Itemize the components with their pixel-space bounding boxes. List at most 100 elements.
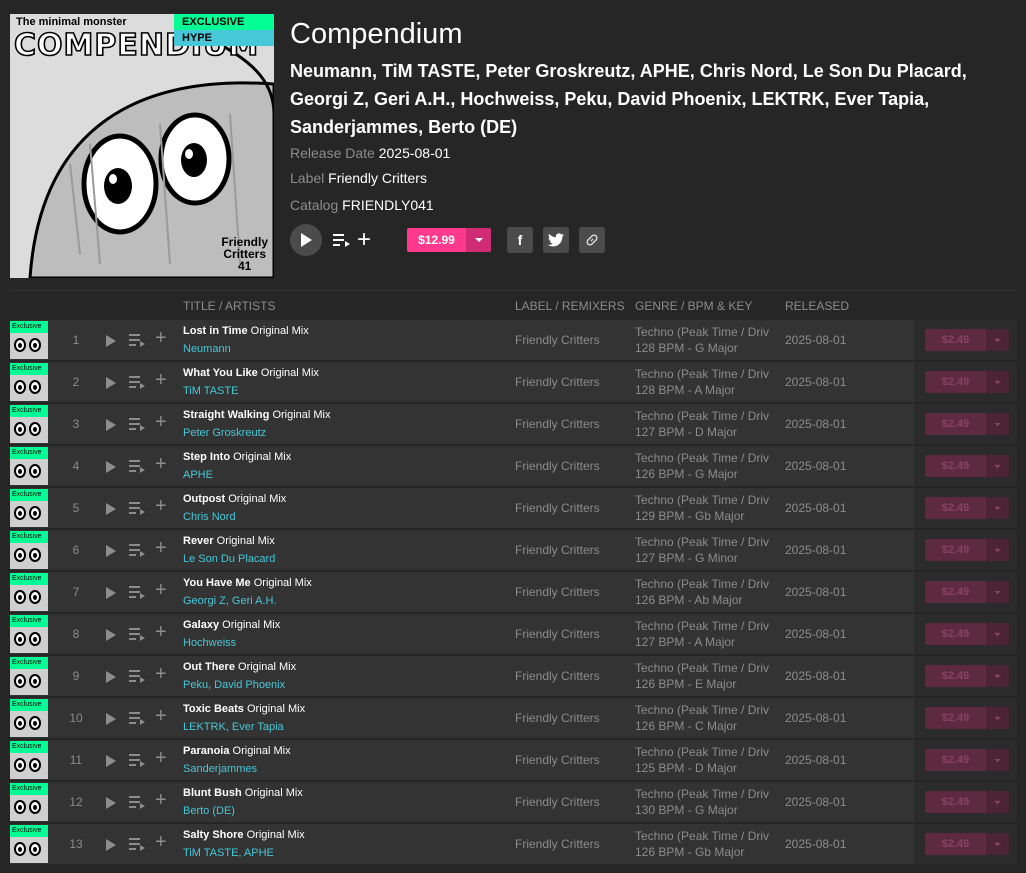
col-header-label[interactable]: LABEL / REMIXERS [515, 299, 625, 313]
add-to-queue-icon[interactable] [129, 753, 146, 768]
track-title-name[interactable]: Rever [183, 535, 214, 547]
price-dropdown[interactable] [986, 749, 1009, 771]
track-price-button[interactable]: $2.49 [925, 665, 1009, 687]
plus-icon[interactable]: + [155, 748, 167, 768]
track-artists[interactable]: TiM TASTE, APHE [183, 847, 274, 859]
track-thumbnail[interactable]: Exclusive [10, 825, 48, 863]
track-price-button[interactable]: $2.49 [925, 539, 1009, 561]
track-title-name[interactable]: Toxic Beats [183, 703, 244, 715]
track-label[interactable]: Friendly Critters [515, 711, 600, 725]
track-thumbnail[interactable]: Exclusive [10, 321, 48, 359]
share-twitter-button[interactable] [543, 227, 570, 253]
price-dropdown[interactable] [986, 329, 1009, 351]
price-dropdown[interactable] [986, 581, 1009, 603]
add-to-queue-icon[interactable] [129, 459, 146, 474]
track-genre[interactable]: Techno (Peak Time / Driving) 126 BPM - G… [635, 450, 769, 482]
add-to-queue-icon[interactable] [129, 627, 146, 642]
track-row[interactable]: Exclusive 12 + Blunt Bush Original Mix B… [10, 782, 1017, 824]
play-release-button[interactable] [290, 224, 322, 256]
price-dropdown[interactable] [986, 539, 1009, 561]
track-row[interactable]: Exclusive 10 + Toxic Beats Original Mix … [10, 698, 1017, 740]
track-thumbnail[interactable]: Exclusive [10, 741, 48, 779]
track-artists[interactable]: Sanderjammes [183, 763, 257, 775]
track-genre-name[interactable]: Techno (Peak Time / Driving) [635, 450, 769, 466]
price-dropdown[interactable] [466, 228, 492, 252]
track-genre[interactable]: Techno (Peak Time / Driving) 128 BPM - A… [635, 366, 769, 398]
track-label[interactable]: Friendly Critters [515, 585, 600, 599]
add-to-queue-icon[interactable] [129, 375, 146, 390]
add-to-queue-icon[interactable] [129, 543, 146, 558]
track-title[interactable]: Lost in Time Original Mix [183, 325, 309, 337]
track-genre[interactable]: Techno (Peak Time / Driving) 127 BPM - D… [635, 408, 769, 440]
track-genre[interactable]: Techno (Peak Time / Driving) 127 BPM - A… [635, 618, 769, 650]
track-label[interactable]: Friendly Critters [515, 417, 600, 431]
track-artists[interactable]: Hochweiss [183, 637, 236, 649]
track-genre-name[interactable]: Techno (Peak Time / Driving) [635, 408, 769, 424]
price-dropdown[interactable] [986, 791, 1009, 813]
plus-icon[interactable]: + [155, 412, 167, 432]
track-artists[interactable]: LEKTRK, Ever Tapia [183, 721, 284, 733]
track-title-name[interactable]: You Have Me [183, 577, 251, 589]
track-title-name[interactable]: Straight Walking [183, 409, 269, 421]
track-genre-name[interactable]: Techno (Peak Time / Driving) [635, 324, 769, 340]
track-price-button[interactable]: $2.49 [925, 707, 1009, 729]
plus-icon[interactable]: + [155, 370, 167, 390]
add-to-queue-icon[interactable] [129, 417, 146, 432]
track-genre[interactable]: Techno (Peak Time / Driving) 125 BPM - D… [635, 744, 769, 776]
track-price[interactable]: $2.49 [925, 623, 986, 645]
add-to-queue-icon[interactable] [129, 669, 146, 684]
price-dropdown[interactable] [986, 623, 1009, 645]
track-price-button[interactable]: $2.49 [925, 749, 1009, 771]
track-thumbnail[interactable]: Exclusive [10, 615, 48, 653]
track-price[interactable]: $2.49 [925, 497, 986, 519]
track-title[interactable]: Galaxy Original Mix [183, 619, 280, 631]
track-row[interactable]: Exclusive 7 + You Have Me Original Mix G… [10, 572, 1017, 614]
add-to-queue-icon[interactable] [129, 501, 146, 516]
plus-icon[interactable]: + [155, 790, 167, 810]
track-price-button[interactable]: $2.49 [925, 329, 1009, 351]
track-title-name[interactable]: Blunt Bush [183, 787, 242, 799]
track-label[interactable]: Friendly Critters [515, 333, 600, 347]
track-label[interactable]: Friendly Critters [515, 543, 600, 557]
track-artists[interactable]: Georgi Z, Geri A.H. [183, 595, 277, 607]
track-title-name[interactable]: Galaxy [183, 619, 219, 631]
track-title-name[interactable]: Step Into [183, 451, 230, 463]
track-genre[interactable]: Techno (Peak Time / Driving) 129 BPM - G… [635, 492, 769, 524]
track-artists[interactable]: Neumann [183, 343, 231, 355]
copy-link-button[interactable] [579, 227, 606, 253]
play-icon[interactable] [105, 838, 117, 852]
track-artists[interactable]: Chris Nord [183, 511, 236, 523]
track-label[interactable]: Friendly Critters [515, 795, 600, 809]
plus-icon[interactable]: + [155, 832, 167, 852]
track-artists[interactable]: Le Son Du Placard [183, 553, 275, 565]
track-thumbnail[interactable]: Exclusive [10, 699, 48, 737]
track-genre-name[interactable]: Techno (Peak Time / Driving) [635, 366, 769, 382]
track-genre[interactable]: Techno (Peak Time / Driving) 128 BPM - G… [635, 324, 769, 356]
track-genre[interactable]: Techno (Peak Time / Driving) 126 BPM - E… [635, 660, 769, 692]
track-title[interactable]: Toxic Beats Original Mix [183, 703, 305, 715]
track-artists[interactable]: Berto (DE) [183, 805, 235, 817]
col-header-released[interactable]: RELEASED [785, 299, 849, 313]
price-dropdown[interactable] [986, 371, 1009, 393]
price-dropdown[interactable] [986, 455, 1009, 477]
track-price[interactable]: $2.49 [925, 665, 986, 687]
track-genre-name[interactable]: Techno (Peak Time / Driving) [635, 618, 769, 634]
track-price[interactable]: $2.49 [925, 833, 986, 855]
track-genre-name[interactable]: Techno (Peak Time / Driving) [635, 702, 769, 718]
share-facebook-button[interactable]: f [507, 227, 534, 253]
play-icon[interactable] [105, 376, 117, 390]
track-title[interactable]: Step Into Original Mix [183, 451, 291, 463]
plus-icon[interactable]: + [155, 328, 167, 348]
add-to-queue-icon[interactable] [129, 333, 146, 348]
track-genre[interactable]: Techno (Peak Time / Driving) 126 BPM - C… [635, 702, 769, 734]
track-thumbnail[interactable]: Exclusive [10, 447, 48, 485]
plus-icon[interactable]: + [155, 622, 167, 642]
plus-icon[interactable]: + [155, 664, 167, 684]
track-label[interactable]: Friendly Critters [515, 753, 600, 767]
track-row[interactable]: Exclusive 13 + Salty Shore Original Mix … [10, 824, 1017, 866]
add-to-queue-icon[interactable] [129, 795, 146, 810]
play-icon[interactable] [105, 796, 117, 810]
track-artists[interactable]: APHE [183, 469, 213, 481]
track-row[interactable]: Exclusive 8 + Galaxy Original Mix Hochwe… [10, 614, 1017, 656]
track-title[interactable]: Rever Original Mix [183, 535, 275, 547]
